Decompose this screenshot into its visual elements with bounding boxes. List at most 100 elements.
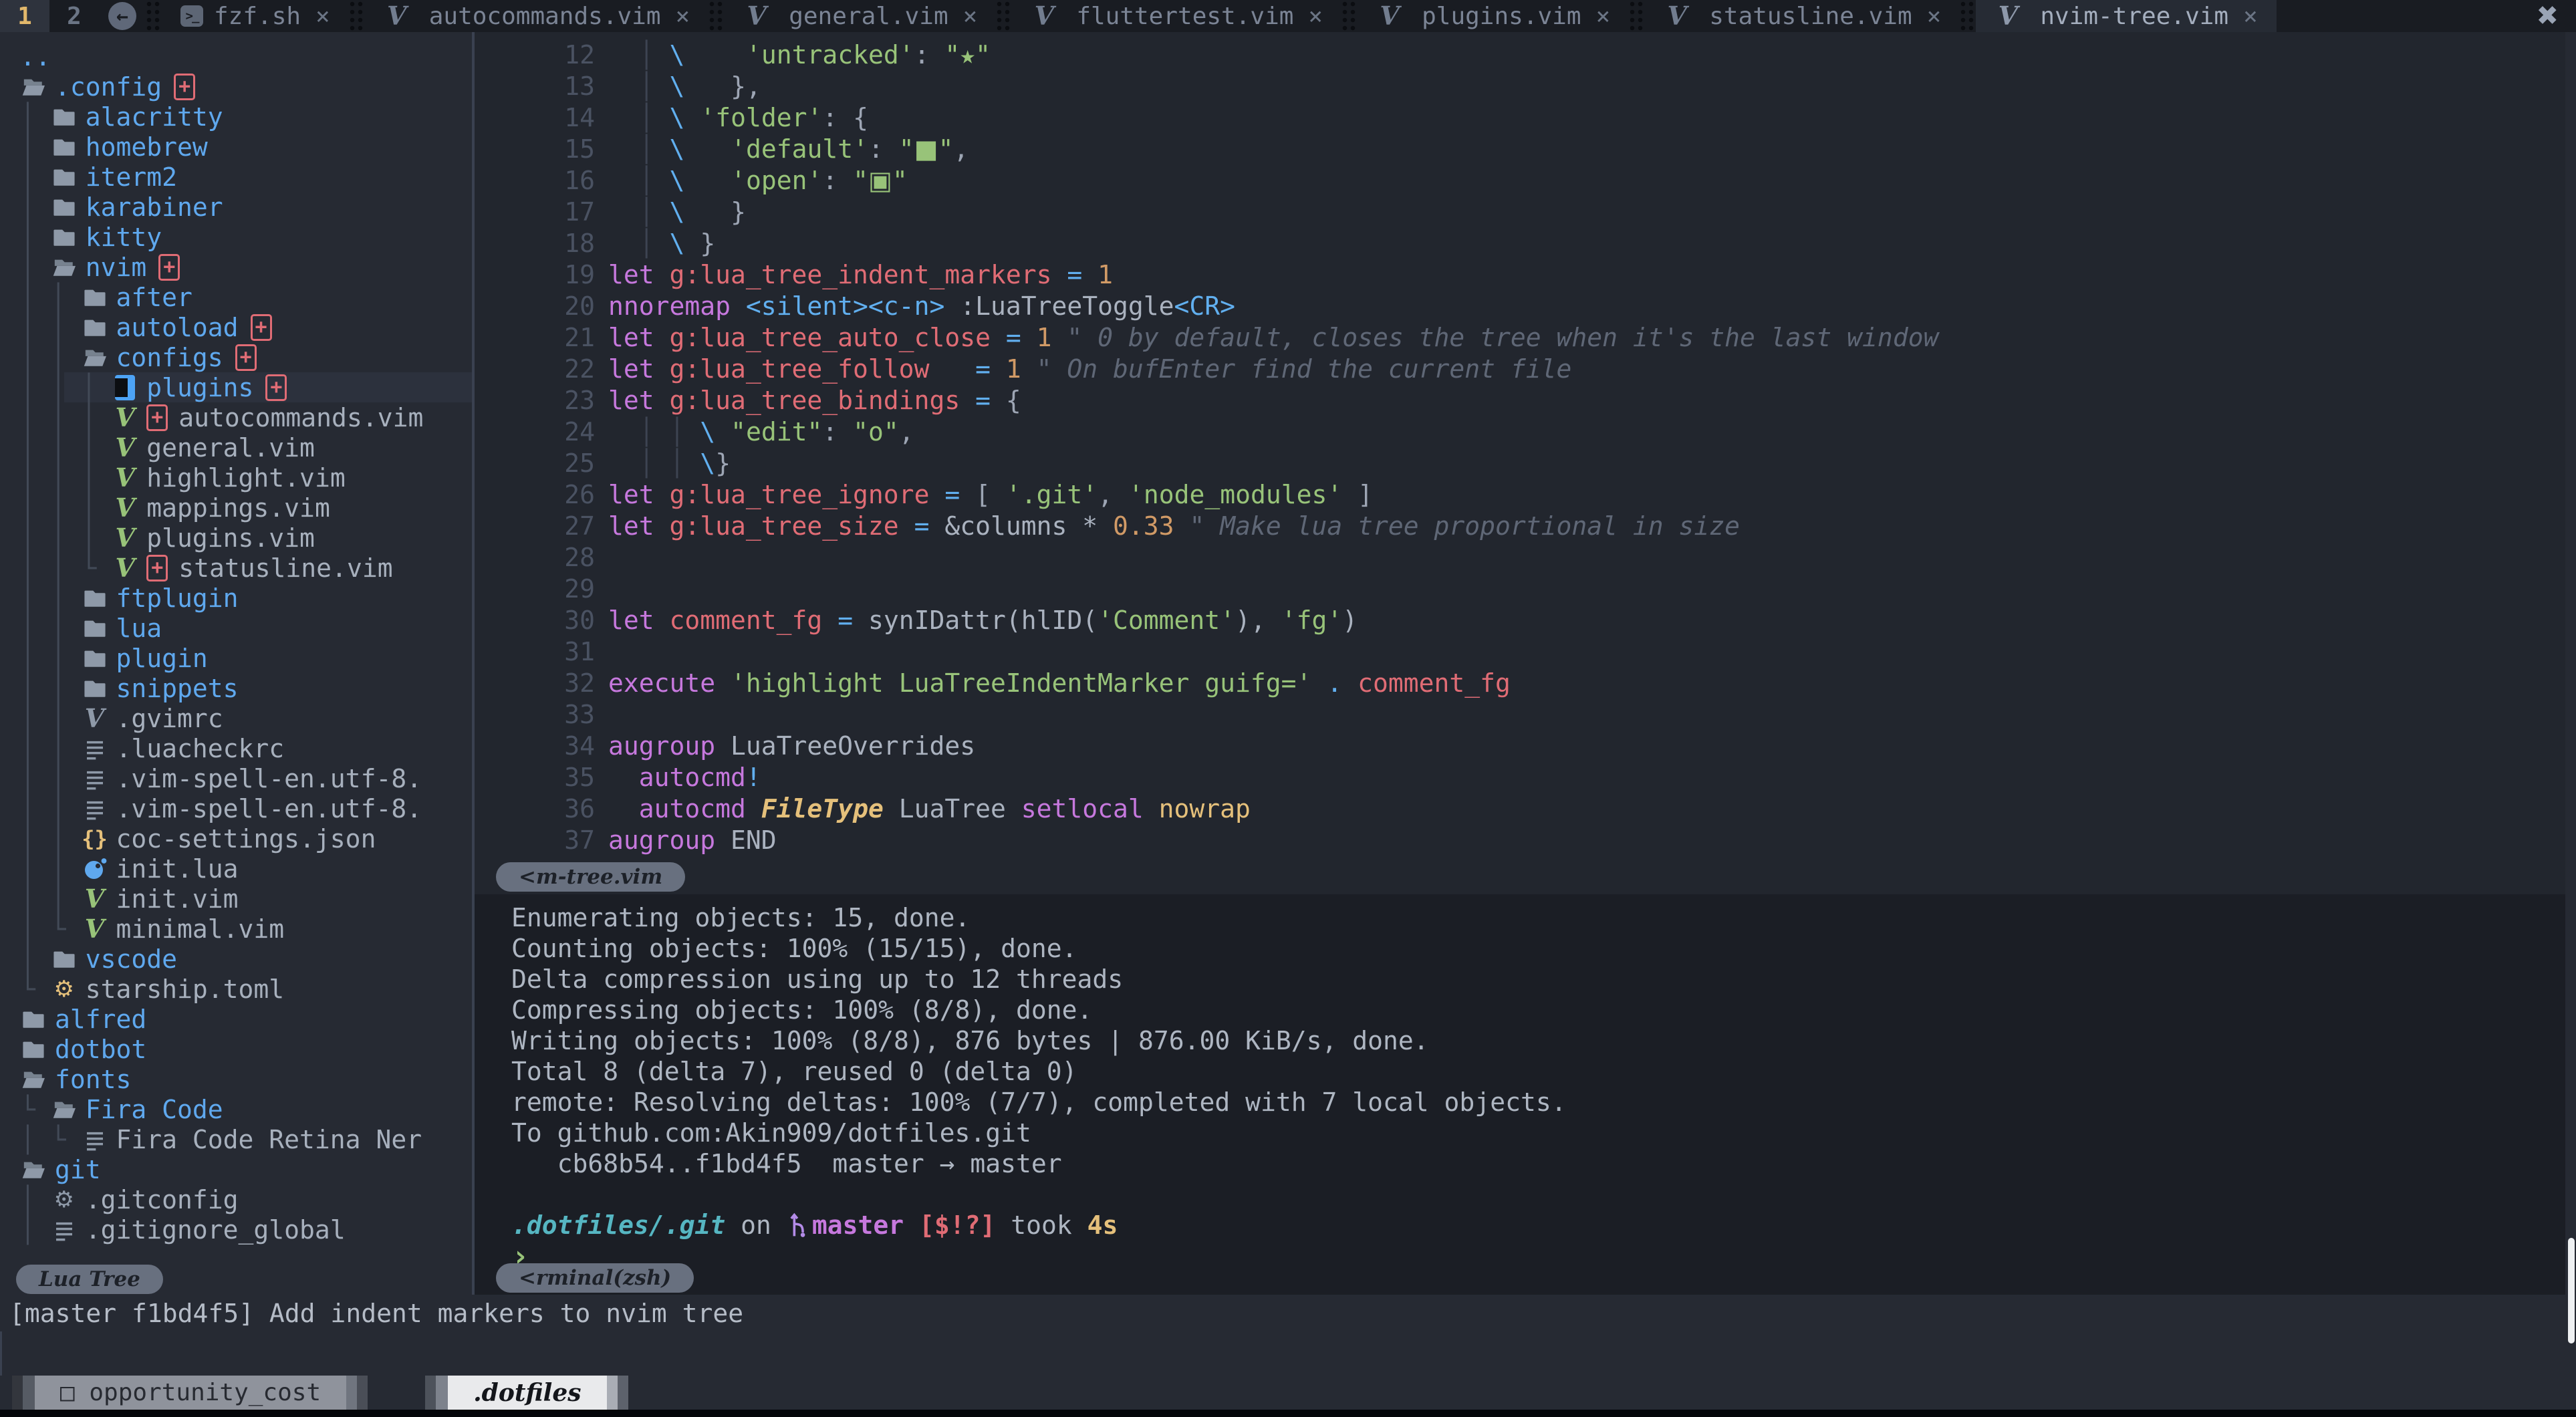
code-line[interactable]: 34augroup LuaTreeOverrides — [475, 730, 2565, 761]
tree-item-nvim[interactable]: │ nvim+ — [0, 252, 472, 282]
code-line[interactable]: 15 │ \ 'default': "■", — [475, 133, 2565, 164]
git-unstaged-icon[interactable]: + — [174, 74, 195, 100]
tree-item-.vim-spell-en.utf-8.[interactable]: │ │ .vim-spell-en.utf-8. — [0, 763, 472, 793]
tree-item-plugin[interactable]: │ │ plugin — [0, 643, 472, 673]
code-line[interactable]: 23let g:lua_tree_bindings = { — [475, 384, 2565, 416]
git-unstaged-icon[interactable]: + — [158, 254, 180, 281]
tree-item-.gitconfig[interactable]: │ ⚙.gitconfig — [0, 1184, 472, 1214]
code-line[interactable]: 28 — [475, 541, 2565, 573]
scrollbar-track[interactable] — [2565, 32, 2576, 1377]
tree-item-.luacheckrc[interactable]: │ │ .luacheckrc — [0, 733, 472, 763]
tree-item-autocommands.vim[interactable]: │ │ │ V+autocommands.vim — [0, 402, 472, 432]
tree-item-mappings.vim[interactable]: │ │ │ Vmappings.vim — [0, 493, 472, 523]
tree-item-general.vim[interactable]: │ │ │ Vgeneral.vim — [0, 432, 472, 463]
code-line[interactable]: 31 — [475, 636, 2565, 667]
tab-nvim-tree.vim[interactable]: Vnvim-tree.vim× — [1976, 0, 2276, 32]
tree-item-.gitignore-global[interactable]: │ .gitignore_global — [0, 1214, 472, 1245]
tree-item-lua[interactable]: │ │ lua — [0, 613, 472, 643]
line-number: 30 — [475, 606, 595, 635]
tab-close-icon[interactable]: × — [1308, 3, 1323, 30]
history-back-icon[interactable]: ← — [108, 2, 136, 30]
tab-plugins.vim[interactable]: Vplugins.vim× — [1358, 0, 1629, 32]
tab-close-icon[interactable]: × — [1596, 3, 1611, 30]
tmux-session-opportunity-cost[interactable]: □ opportunity_cost — [35, 1376, 346, 1410]
tree-item-starship.toml[interactable]: └ ⚙starship.toml — [0, 974, 472, 1004]
tree-item-kitty[interactable]: │ kitty — [0, 222, 472, 252]
tree-item-homebrew[interactable]: │ homebrew — [0, 132, 472, 162]
code-line[interactable]: 17 │ \ } — [475, 196, 2565, 227]
tree-item-autoload[interactable]: │ │ autoload+ — [0, 312, 472, 342]
code-line[interactable]: 32execute 'highlight LuaTreeIndentMarker… — [475, 667, 2565, 698]
tree-item-.vim-spell-en.utf-8.[interactable]: │ │ .vim-spell-en.utf-8. — [0, 793, 472, 823]
tree-item-plugins[interactable]: │ │ │ plugins+ — [0, 372, 472, 402]
tab-autocommands.vim[interactable]: Vautocommands.vim× — [365, 0, 709, 32]
code-line[interactable]: 35 autocmd! — [475, 761, 2565, 793]
git-unstaged-icon[interactable]: + — [251, 314, 272, 341]
tab-close-icon[interactable]: × — [315, 3, 330, 30]
tree-item-.gvimrc[interactable]: │ │ V.gvimrc — [0, 703, 472, 733]
code-line[interactable]: 37augroup END — [475, 824, 2565, 856]
tree-item-snippets[interactable]: │ │ snippets — [0, 673, 472, 703]
tree-item-after[interactable]: │ │ after — [0, 282, 472, 312]
code-line[interactable]: 20nnoremap <silent><c-n> :LuaTreeToggle<… — [475, 290, 2565, 321]
tab-statusline.vim[interactable]: Vstatusline.vim× — [1645, 0, 1960, 32]
tree-item-git[interactable]: git — [0, 1154, 472, 1184]
code-line[interactable]: 24 │ │ \ "edit": "o", — [475, 416, 2565, 447]
code-line[interactable]: 19let g:lua_tree_indent_markers = 1 — [475, 259, 2565, 290]
tab-fluttertest.vim[interactable]: Vfluttertest.vim× — [1012, 0, 1341, 32]
code-line[interactable]: 26let g:lua_tree_ignore = [ '.git', 'nod… — [475, 479, 2565, 510]
code-line[interactable]: 36 autocmd FileType LuaTree setlocal now… — [475, 793, 2565, 824]
tree-item-label: Fira Code — [86, 1095, 223, 1124]
code-line[interactable]: 30let comment_fg = synIDattr(hlID('Comme… — [475, 604, 2565, 636]
tree-item-highlight.vim[interactable]: │ │ │ Vhighlight.vim — [0, 463, 472, 493]
git-unstaged-icon[interactable]: + — [146, 404, 168, 431]
editor-statusline-pill[interactable]: <m-tree.vim — [496, 862, 685, 892]
tree-item-plugins.vim[interactable]: │ │ │ Vplugins.vim — [0, 523, 472, 553]
code-line[interactable]: 13 │ \ }, — [475, 70, 2565, 102]
tree-item-configs[interactable]: │ │ configs+ — [0, 342, 472, 372]
tree-item-ftplugin[interactable]: │ │ ftplugin — [0, 583, 472, 613]
tree-item-iterm2[interactable]: │ iterm2 — [0, 162, 472, 192]
code-line[interactable]: 16 │ \ 'open': "▣" — [475, 164, 2565, 196]
tab-close-icon[interactable]: × — [2243, 3, 2258, 30]
tree-item-.config[interactable]: .config+ — [0, 72, 472, 102]
terminal-statusline-pill[interactable]: <rminal(zsh) — [496, 1263, 694, 1293]
code-line[interactable]: 22let g:lua_tree_follow = 1 " On bufEnte… — [475, 353, 2565, 384]
tree-item-minimal.vim[interactable]: │ └ Vminimal.vim — [0, 914, 472, 944]
tree-item-fonts[interactable]: fonts — [0, 1064, 472, 1094]
tree-item-coc-settings.json[interactable]: │ │ {}coc-settings.json — [0, 823, 472, 854]
tree-item-Fira-Code-Retina-Ner[interactable]: │ └ Fira Code Retina Ner — [0, 1124, 472, 1154]
code-line[interactable]: 33 — [475, 698, 2565, 730]
code-line[interactable]: 12 │ \ 'untracked': "★" — [475, 39, 2565, 70]
git-unstaged-icon[interactable]: + — [235, 344, 257, 371]
tree-item-Fira-Code[interactable]: └ Fira Code — [0, 1094, 472, 1124]
tree-item-alacritty[interactable]: │ alacritty — [0, 102, 472, 132]
code-line[interactable]: 27let g:lua_tree_size = &columns * 0.33 … — [475, 510, 2565, 541]
tab-fzf.sh[interactable]: >_fzf.sh× — [162, 0, 349, 32]
tree-item-karabiner[interactable]: │ karabiner — [0, 192, 472, 222]
tree-item-dotbot[interactable]: dotbot — [0, 1034, 472, 1064]
code-line[interactable]: 14 │ \ 'folder': { — [475, 102, 2565, 133]
tab-number-2[interactable]: 2 — [49, 0, 99, 32]
git-unstaged-icon[interactable]: + — [265, 374, 287, 401]
tree-item-vscode[interactable]: │ vscode — [0, 944, 472, 974]
tab-number-1[interactable]: 1 — [0, 0, 49, 32]
tree-item-alfred[interactable]: alfred — [0, 1004, 472, 1034]
tree-item-init.vim[interactable]: │ │ Vinit.vim — [0, 884, 472, 914]
tab-general.vim[interactable]: Vgeneral.vim× — [725, 0, 996, 32]
tmux-session-dotfiles[interactable]: .dotfiles — [448, 1376, 606, 1410]
scrollbar-thumb[interactable] — [2568, 1238, 2575, 1343]
tab-close-icon[interactable]: × — [1927, 3, 1942, 30]
tree-item-statusline.vim[interactable]: │ │ └ V+statusline.vim — [0, 553, 472, 583]
tree-item-..[interactable]: .. — [0, 41, 472, 72]
tree-item-init.lua[interactable]: │ │ init.lua — [0, 854, 472, 884]
code-line[interactable]: 25 │ │ \} — [475, 447, 2565, 479]
code-line[interactable]: 21let g:lua_tree_auto_close = 1 " 0 by d… — [475, 321, 2565, 353]
tab-close-icon[interactable]: × — [676, 3, 690, 30]
tab-close-icon[interactable]: × — [963, 3, 978, 30]
sidebar-statusline-pill[interactable]: Lua Tree — [16, 1265, 163, 1294]
code-line[interactable]: 29 — [475, 573, 2565, 604]
close-all-icon[interactable]: ✖ — [2536, 1, 2559, 31]
git-unstaged-icon[interactable]: + — [146, 555, 168, 582]
code-line[interactable]: 18 │ \ } — [475, 227, 2565, 259]
